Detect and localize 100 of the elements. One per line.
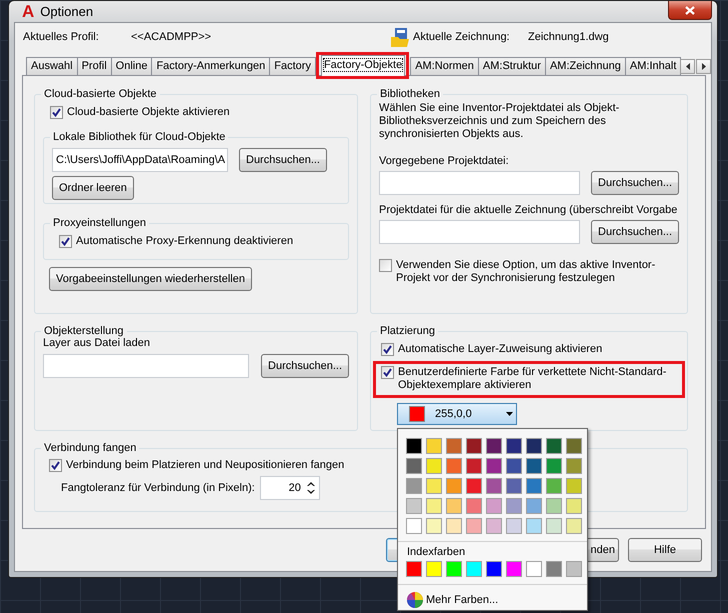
tab[interactable]: Profil <box>76 57 112 75</box>
checkbox[interactable] <box>379 259 392 272</box>
color-swatch[interactable] <box>446 458 462 474</box>
color-dropdown[interactable]: 255,0,0 <box>397 403 517 425</box>
color-swatch[interactable] <box>526 498 542 514</box>
color-swatch[interactable] <box>546 478 562 494</box>
color-swatch[interactable] <box>486 498 502 514</box>
section-label: Indexfarben <box>407 546 466 558</box>
input-field[interactable]: C:\Users\Joffi\AppData\Roaming\A <box>52 148 228 172</box>
checkbox[interactable] <box>49 459 62 472</box>
color-swatch[interactable] <box>506 561 522 577</box>
checkbox[interactable] <box>50 106 63 119</box>
tab[interactable]: AM:Inhalt <box>624 57 682 75</box>
tab[interactable]: Factory-Objekte <box>320 55 406 76</box>
field-label: Fangtoleranz für Verbindung (in Pixeln): <box>61 482 255 494</box>
color-swatch[interactable] <box>446 498 462 514</box>
dialog-button[interactable]: Hilfe <box>628 538 702 562</box>
color-swatch[interactable] <box>546 458 562 474</box>
color-swatch[interactable] <box>466 438 482 454</box>
color-swatch[interactable] <box>426 561 442 577</box>
color-swatch[interactable] <box>566 518 582 534</box>
color-swatch[interactable] <box>526 478 542 494</box>
color-swatch[interactable] <box>526 518 542 534</box>
color-swatch[interactable] <box>546 438 562 454</box>
tab[interactable]: Factory-Anmerkungen <box>151 57 270 75</box>
tab[interactable]: Auswahl <box>26 57 78 75</box>
color-swatch[interactable] <box>526 561 542 577</box>
input-field[interactable] <box>43 354 250 378</box>
color-swatch[interactable] <box>506 438 522 454</box>
description-text: Wählen Sie eine Inventor-Projektdatei als Objekt-Bibliotheksverzeichnis und zum Speichern des synchronisierten Objekts aus. <box>379 102 620 141</box>
color-swatch[interactable] <box>446 478 462 494</box>
color-swatch[interactable] <box>546 518 562 534</box>
scroll-right-button[interactable] <box>696 59 712 74</box>
menu-item[interactable]: Mehr Farben... <box>426 594 498 606</box>
color-swatch[interactable] <box>506 458 522 474</box>
color-swatch[interactable] <box>406 498 422 514</box>
tab[interactable]: Online <box>110 57 152 75</box>
color-swatch[interactable] <box>566 561 582 577</box>
color-swatch[interactable] <box>506 498 522 514</box>
color-swatch[interactable] <box>406 561 422 577</box>
checkbox-label: Benutzerdefinierte Farbe für verkettete Nicht-Standard-Objektexemplare aktivieren <box>398 366 668 392</box>
color-swatch[interactable] <box>526 438 542 454</box>
color-swatch[interactable] <box>466 478 482 494</box>
color-swatch[interactable] <box>486 518 502 534</box>
color-swatch[interactable] <box>506 478 522 494</box>
color-swatch[interactable] <box>466 498 482 514</box>
checkbox[interactable] <box>381 343 394 356</box>
window-title: Optionen <box>40 4 94 19</box>
color-swatch[interactable] <box>566 438 582 454</box>
drawing-value: Zeichnung1.dwg <box>528 31 609 43</box>
drawing-label: Aktuelle Zeichnung: <box>413 31 511 43</box>
color-swatch[interactable] <box>446 518 462 534</box>
number-field[interactable]: 20 <box>260 476 320 500</box>
input-field[interactable] <box>379 171 580 195</box>
color-swatch[interactable] <box>466 518 482 534</box>
color-swatch[interactable] <box>406 438 422 454</box>
drawing-file-icon <box>391 27 409 47</box>
color-swatch[interactable] <box>446 438 462 454</box>
color-swatch[interactable] <box>406 458 422 474</box>
color-swatch[interactable] <box>526 458 542 474</box>
color-swatch[interactable] <box>566 458 582 474</box>
check-icon <box>383 345 392 354</box>
color-swatch[interactable] <box>486 458 502 474</box>
color-swatch[interactable] <box>486 438 502 454</box>
color-swatch[interactable] <box>506 518 522 534</box>
button[interactable]: Durchsuchen... <box>591 220 679 244</box>
scroll-left-button[interactable] <box>680 59 696 74</box>
tab[interactable]: Factory <box>269 57 316 75</box>
color-swatch[interactable] <box>466 561 482 577</box>
color-swatch[interactable] <box>486 561 502 577</box>
color-swatch[interactable] <box>466 458 482 474</box>
button[interactable]: Durchsuchen... <box>261 354 349 378</box>
button[interactable]: Durchsuchen... <box>591 171 679 195</box>
tab[interactable]: AM:Struktur <box>478 57 546 75</box>
color-swatch[interactable] <box>426 438 442 454</box>
color-swatch[interactable] <box>406 518 422 534</box>
color-swatch[interactable] <box>426 498 442 514</box>
field-label: Layer aus Datei laden <box>43 337 152 349</box>
color-swatch[interactable] <box>546 561 562 577</box>
color-swatch[interactable] <box>566 498 582 514</box>
color-swatch[interactable] <box>426 518 442 534</box>
color-swatch[interactable] <box>566 478 582 494</box>
button[interactable]: Ordner leeren <box>52 176 134 200</box>
color-swatch[interactable] <box>406 478 422 494</box>
button[interactable]: Durchsuchen... <box>239 148 327 172</box>
caret-icon <box>506 412 513 416</box>
tab[interactable]: AM:Normen <box>410 57 479 75</box>
button[interactable]: Vorgabeeinstellungen wiederherstellen <box>49 267 252 291</box>
color-swatch[interactable] <box>486 478 502 494</box>
color-swatch[interactable] <box>446 561 462 577</box>
checkbox-label: Automatische Proxy-Erkennung deaktivieren <box>76 235 294 248</box>
color-swatch[interactable] <box>546 498 562 514</box>
input-field[interactable] <box>379 220 580 244</box>
checkbox[interactable] <box>381 366 394 379</box>
close-button[interactable] <box>668 1 712 20</box>
tab[interactable]: AM:Zeichnung <box>544 57 626 75</box>
color-swatch[interactable] <box>426 458 442 474</box>
color-wheel-icon <box>406 591 424 609</box>
checkbox[interactable] <box>59 235 72 248</box>
color-swatch[interactable] <box>426 478 442 494</box>
